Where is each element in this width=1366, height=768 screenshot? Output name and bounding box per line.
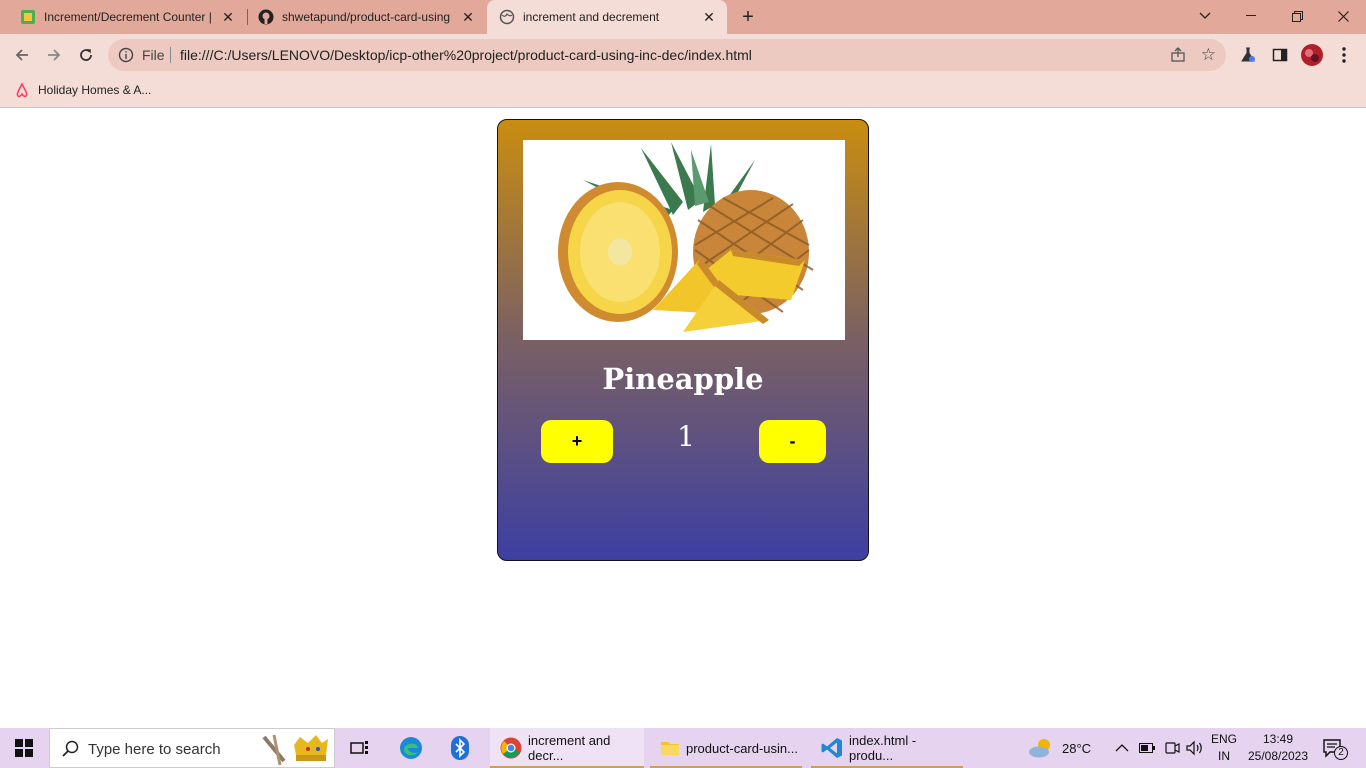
share-icon[interactable] <box>1170 47 1186 68</box>
weather-icon <box>1028 738 1054 758</box>
url-text[interactable]: file:///C:/Users/LENOVO/Desktop/icp-othe… <box>180 47 752 63</box>
notification-icon: 2 <box>1322 737 1348 760</box>
product-card: Pineapple + 1 - <box>497 119 869 561</box>
minimize-icon[interactable] <box>1228 0 1274 32</box>
tab-strip: Increment/Decrement Counter | ✕ shwetapu… <box>0 0 1366 34</box>
clock[interactable]: 13:49 25/08/2023 <box>1245 731 1311 765</box>
info-icon[interactable] <box>118 47 134 68</box>
language-code: ENG <box>1210 732 1237 746</box>
search-icon <box>62 740 80 763</box>
clock-date: 25/08/2023 <box>1247 749 1309 763</box>
taskbar-app-label: increment and decr... <box>528 733 611 763</box>
close-icon[interactable]: ✕ <box>701 9 717 25</box>
language-indicator[interactable]: ENG IN <box>1210 731 1238 765</box>
clock-time: 13:49 <box>1262 732 1294 746</box>
bookmark-item[interactable]: Holiday Homes & A... <box>14 82 151 98</box>
taskbar-search[interactable]: Type here to search <box>49 728 335 768</box>
tab-codepen[interactable]: Increment/Decrement Counter | ✕ <box>8 0 246 34</box>
bookmark-star-icon[interactable]: ☆ <box>1201 45 1216 65</box>
airbnb-icon <box>14 82 30 98</box>
battery-icon[interactable] <box>1139 728 1155 768</box>
close-window-icon[interactable] <box>1320 0 1366 32</box>
new-tab-icon[interactable]: + <box>737 6 759 28</box>
taskbar: Type here to search increment and decr..… <box>0 728 1366 768</box>
taskbar-app-chrome[interactable]: increment and decr... <box>490 728 644 768</box>
temperature: 28°C <box>1062 740 1092 756</box>
vscode-icon <box>821 737 843 759</box>
show-hidden-icons[interactable] <box>1115 728 1129 768</box>
globe-icon <box>499 9 515 25</box>
windows-start-icon[interactable] <box>0 728 48 768</box>
edge-icon[interactable] <box>389 728 433 768</box>
chrome-icon <box>500 737 522 759</box>
restore-icon[interactable] <box>1274 0 1320 32</box>
taskbar-app-vscode[interactable]: index.html - produ... <box>811 728 963 768</box>
labs-icon[interactable] <box>1236 43 1260 67</box>
taskbar-app-label: product-card-usin... <box>686 740 798 756</box>
close-icon[interactable]: ✕ <box>220 9 236 25</box>
weather-widget[interactable]: 28°C <box>1028 728 1091 768</box>
increment-button[interactable]: + <box>541 420 613 463</box>
tab-title: increment and decrement <box>523 10 660 24</box>
tab-github[interactable]: shwetapund/product-card-using ✕ <box>248 0 486 34</box>
search-highlight-icon <box>260 731 332 768</box>
divider <box>170 47 171 63</box>
codepen-icon <box>20 9 36 25</box>
menu-icon[interactable] <box>1332 43 1356 67</box>
quantity-value: 1 <box>677 420 695 453</box>
notification-count: 2 <box>1334 746 1348 760</box>
bluetooth-icon[interactable] <box>438 728 482 768</box>
tab-title: Increment/Decrement Counter | <box>44 10 212 24</box>
taskbar-app-label: index.html - produ... <box>849 733 917 763</box>
reload-icon[interactable] <box>74 43 98 67</box>
back-icon[interactable] <box>10 43 34 67</box>
close-icon[interactable]: ✕ <box>460 9 476 25</box>
search-placeholder: Type here to search <box>88 741 221 758</box>
bookmarks-bar: Holiday Homes & A... <box>0 76 1366 108</box>
browser-toolbar: File file:///C:/Users/LENOVO/Desktop/icp… <box>0 34 1366 76</box>
product-name: Pineapple <box>602 362 764 396</box>
region-code: IN <box>1218 749 1230 763</box>
tab-search-icon[interactable] <box>1182 0 1228 32</box>
address-bar[interactable]: File file:///C:/Users/LENOVO/Desktop/icp… <box>108 39 1226 71</box>
scheme-label: File <box>142 47 165 63</box>
pineapple-image <box>523 140 845 340</box>
forward-icon[interactable] <box>42 43 66 67</box>
profile-avatar[interactable] <box>1300 43 1324 67</box>
volume-icon[interactable] <box>1186 728 1204 768</box>
side-panel-icon[interactable] <box>1268 43 1292 67</box>
tab-title: shwetapund/product-card-using <box>282 10 451 24</box>
bookmark-label: Holiday Homes & A... <box>38 83 152 97</box>
taskbar-app-explorer[interactable]: product-card-usin... <box>650 728 802 768</box>
meet-now-icon[interactable] <box>1164 728 1180 768</box>
task-view-icon[interactable] <box>338 728 382 768</box>
decrement-button[interactable]: - <box>759 420 826 463</box>
notification-center[interactable]: 2 <box>1322 728 1348 768</box>
folder-icon <box>660 739 680 757</box>
github-icon <box>258 9 274 25</box>
tab-active[interactable]: increment and decrement ✕ <box>487 0 727 34</box>
